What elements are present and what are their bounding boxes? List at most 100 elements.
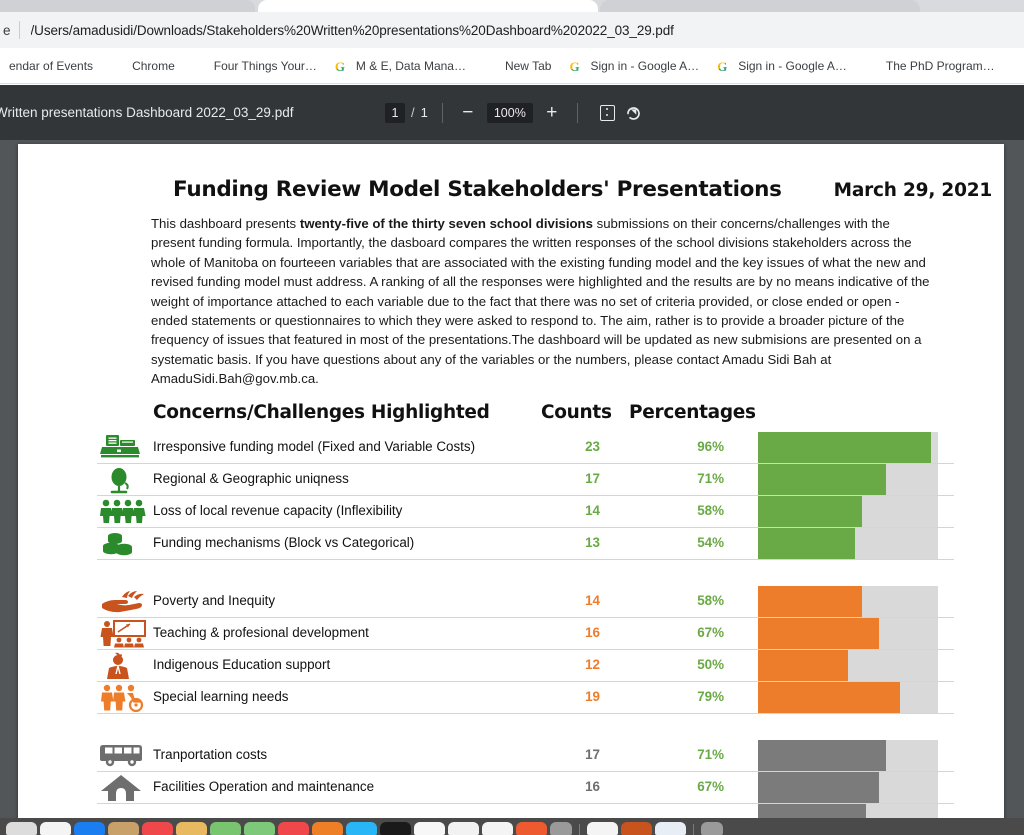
bar-fill [758,528,856,559]
bar-track [758,496,938,527]
table-row: Facilities Operation and maintenance 16 … [18,772,1004,804]
table-row: Special learning needs 19 79% [18,682,1004,714]
table-row: Tranportation costs 17 71% [18,740,1004,772]
bookmarks-bar: endar of Events Chrome Four Things Your…… [0,48,1024,84]
bar-track [758,804,938,818]
document-date: March 29, 2021 [833,180,993,201]
zoom-out-button[interactable]: − [457,103,479,122]
document-header: Funding Review Model Stakeholders' Prese… [18,144,1004,202]
coin-stack-icon [100,530,150,560]
zoom-in-button[interactable]: + [541,103,563,122]
bookmark-label: Sign in - Google A… [590,58,700,73]
dashboard-chart: Concerns/Challenges Highlighted Counts P… [18,402,1004,818]
dock-item-reminders[interactable] [210,822,241,835]
column-header-concerns: Concerns/Challenges Highlighted [153,402,490,423]
bar-track [758,772,938,803]
bookmark-item-5[interactable]: G Sign in - Google A… [560,52,708,80]
paragraph-bold-segment: twenty-five of the thirty seven school d… [299,216,593,231]
bar-fill [758,740,886,771]
row-label: Regional & Geographic uniqness [153,471,349,486]
bar-fill [758,804,866,818]
browser-tab-1-active[interactable] [258,0,598,12]
dock-item-safari[interactable] [74,822,105,835]
dock-item-folder[interactable] [621,822,652,835]
row-percent: 71% [697,747,724,762]
row-label: Poverty and Inequity [153,593,276,608]
bookmark-item-7[interactable]: The PhD Program… [856,52,1004,80]
bar-fill [758,772,879,803]
dock-item-document[interactable] [655,822,686,835]
page-number-input[interactable]: 1 [385,102,405,123]
bar-track [758,650,938,681]
row-percent: 67% [697,625,724,640]
row-percent: 79% [697,689,724,704]
bookmark-label: M & E, Data Mana… [355,58,466,73]
dock-item-calendar[interactable] [142,822,173,835]
row-label: Funding mechanisms (Block vs Categorical… [153,535,415,550]
row-count: 17 [585,747,600,762]
google-icon: G [569,59,580,74]
bookmark-item-4[interactable]: New Tab [475,52,560,80]
table-row: Indigenous Education support 12 50% [18,650,1004,682]
bar-track [758,618,938,649]
pdf-viewport[interactable]: Funding Review Model Stakeholders' Prese… [0,140,1024,818]
row-percent: 71% [697,471,724,486]
bar-fill [758,618,879,649]
bar-track [758,586,938,617]
dock-item-trash-left[interactable] [550,822,572,835]
bookmark-label: New Tab [504,58,552,73]
dock-item-downloads[interactable] [587,822,618,835]
globe-icon [193,58,208,73]
macos-dock [0,818,1024,835]
bookmark-item-6[interactable]: G Sign in - Google A… [708,52,856,80]
table-row: Regional & Geographic uniqness 17 71% [18,464,1004,496]
row-count: 19 [585,689,600,704]
rotate-icon[interactable] [622,102,644,124]
row-label: Irresponsive funding model (Fixed and Va… [153,439,476,454]
bookmark-item-2[interactable]: Four Things Your… [184,52,326,80]
browser-window: e /Users/amadusidi/Downloads/Stakeholder… [0,0,1024,835]
bar-track [758,432,938,463]
globe-stand-icon [100,466,150,496]
dock-item-app-store[interactable] [414,822,445,835]
dock-item-pages[interactable] [482,822,513,835]
dock-item-maps[interactable] [244,822,275,835]
dock-item-facetime[interactable] [346,822,377,835]
bookmark-label: Four Things Your… [213,58,317,73]
dock-item-keynote[interactable] [516,822,547,835]
bar-fill [758,650,848,681]
dock-item-contacts[interactable] [108,822,139,835]
row-percent: 58% [697,593,724,608]
fit-page-icon[interactable] [596,102,618,124]
address-bar-url: /Users/amadusidi/Downloads/Stakeholders%… [30,22,674,38]
dock-item-notes[interactable] [176,822,207,835]
dock-item-launchpad[interactable] [40,822,71,835]
table-row: Funding mechanisms (Block vs Categorical… [18,528,1004,560]
address-bar[interactable]: e /Users/amadusidi/Downloads/Stakeholder… [0,12,1024,48]
document-intro-paragraph: This dashboard presents twenty-five of t… [151,214,932,389]
row-count: 14 [585,593,600,608]
bookmark-item-0[interactable]: endar of Events [0,52,102,80]
row-label: Tranportation costs [153,747,268,762]
dock-item-photos[interactable] [278,822,309,835]
row-label: Loss of local revenue capacity (Inflexib… [153,503,403,518]
bookmark-item-1[interactable]: Chrome [102,52,184,80]
dock-item-system-preferences[interactable] [448,822,479,835]
dock-item-messages[interactable] [312,822,343,835]
globe-icon [111,58,126,73]
dock-item-trash[interactable] [701,822,723,835]
table-row: Teaching & profesional development 16 67… [18,618,1004,650]
bar-track [758,682,938,713]
accessibility-people-icon [100,684,150,714]
bookmark-item-3[interactable]: G M & E, Data Mana… [326,52,475,80]
chart-group-equity-and-learning: Poverty and Inequity 14 58% Teaching & p… [18,586,1004,714]
toolbar-divider-2 [576,102,578,123]
zoom-level-value[interactable]: 100% [486,102,533,123]
browser-tab-2[interactable] [600,0,920,12]
row-label: Indigenous Education support [153,657,331,672]
bus-icon [100,742,150,772]
dock-item-mail[interactable] [380,822,411,835]
dock-item-finder[interactable] [6,822,37,835]
browser-tab-0[interactable] [0,0,255,12]
chart-group-funding-structure: Irresponsive funding model (Fixed and Va… [18,432,1004,560]
